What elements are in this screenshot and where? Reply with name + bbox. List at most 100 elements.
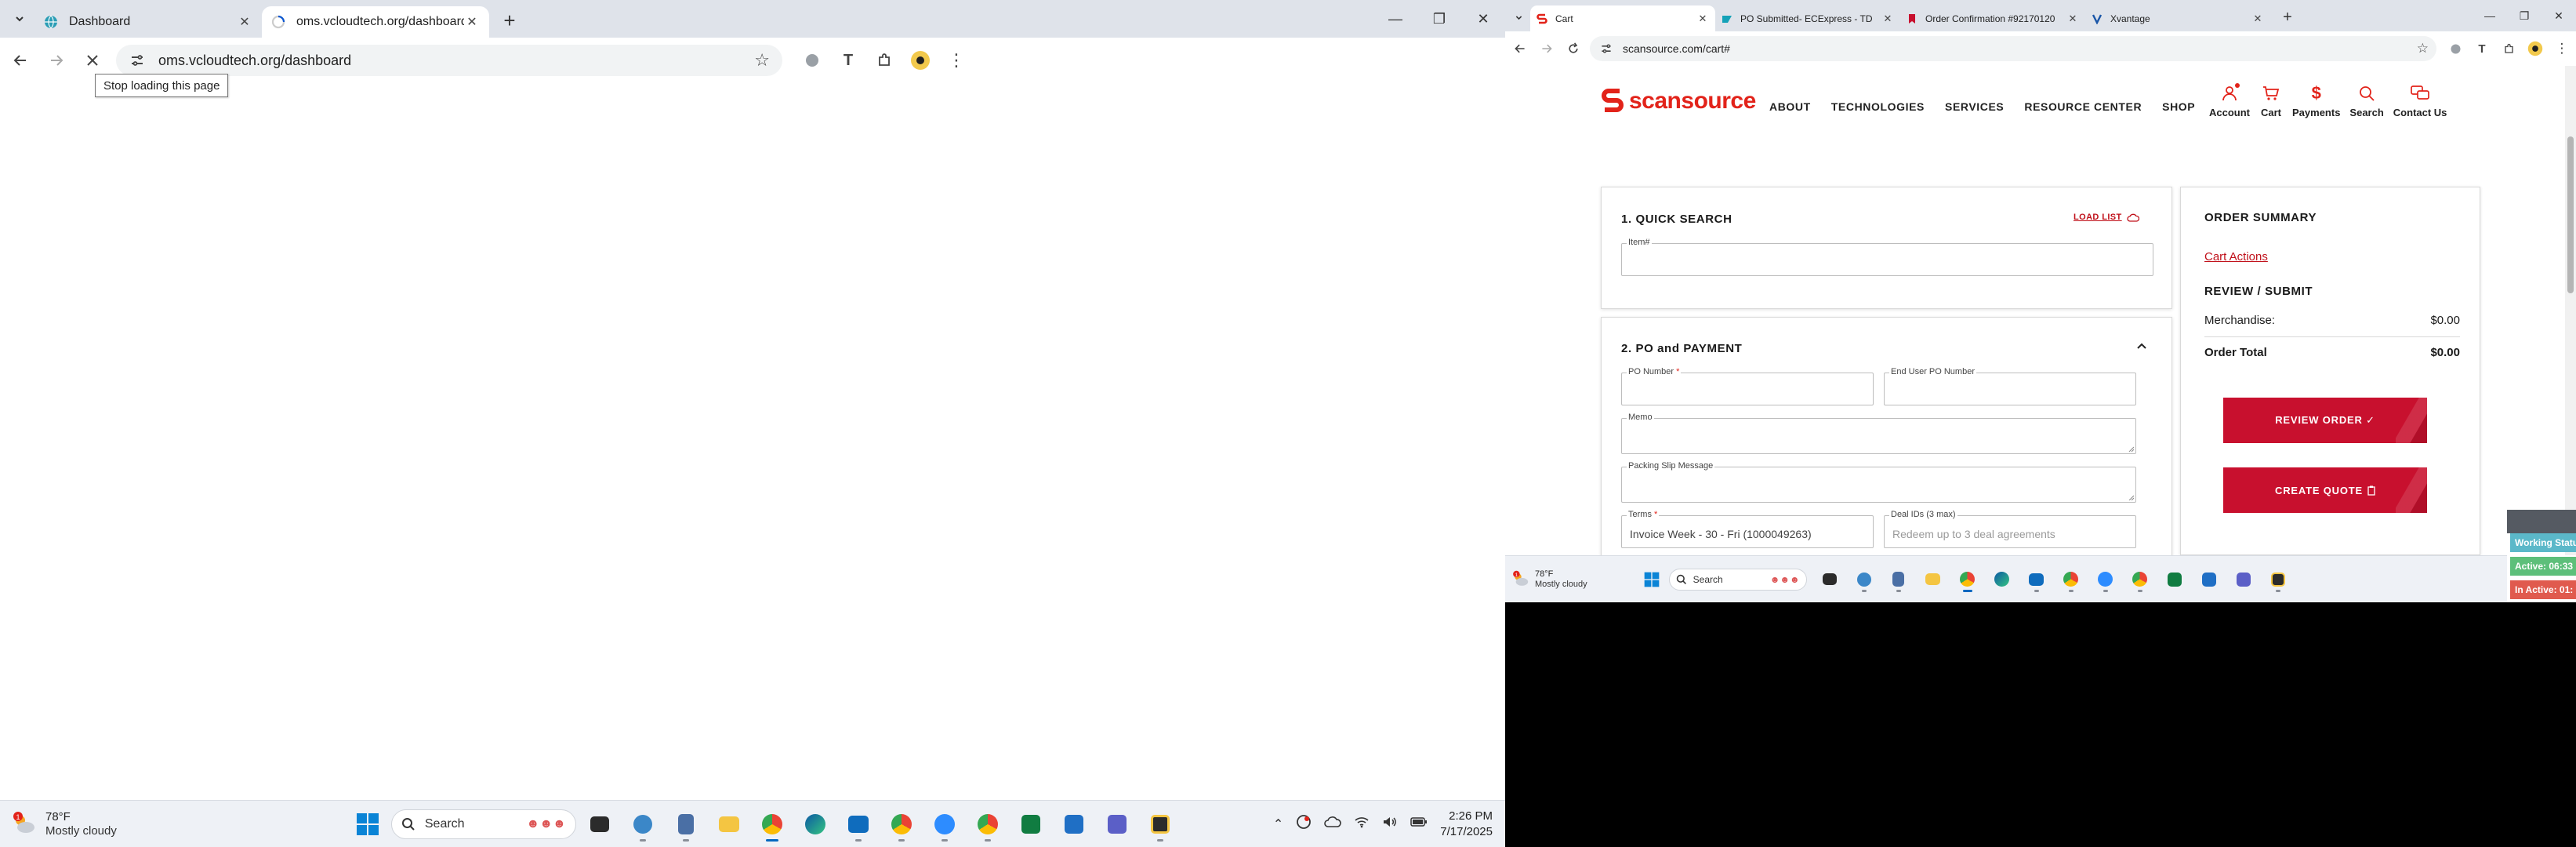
taskbar-chrome[interactable] — [756, 805, 788, 843]
taskbar-chrome-profile-3[interactable] — [972, 805, 1003, 843]
taskbar-chrome-profile-3[interactable] — [2128, 565, 2152, 594]
start-button[interactable] — [1641, 569, 1663, 591]
reload-button[interactable] — [1562, 37, 1585, 60]
new-tab-button[interactable]: + — [495, 6, 524, 35]
taskbar-sticky-notes[interactable] — [2266, 565, 2290, 594]
working-status-badge[interactable]: Working Status — [2510, 533, 2576, 552]
right-tab-ecexpress[interactable]: PO Submitted- ECExpress - TD ✕ — [1715, 5, 1900, 31]
taskbar-image-app[interactable] — [1058, 805, 1090, 843]
po-number-input[interactable]: PO Number * — [1621, 367, 1874, 405]
taskbar-search[interactable]: Search ☻☻☻ — [390, 809, 576, 839]
address-bar[interactable]: scansource.com/cart# ☆ — [1590, 36, 2436, 61]
resize-handle-icon[interactable] — [2128, 494, 2134, 500]
right-tab-order-confirmation[interactable]: Order Confirmation #92170120 ✕ — [1900, 5, 2085, 31]
taskbar-app-blue[interactable] — [1852, 565, 1876, 594]
right-tab-cart[interactable]: Cart ✕ — [1530, 5, 1715, 31]
taskbar-terminal[interactable] — [1818, 565, 1841, 594]
tab-search-button[interactable] — [1510, 9, 1527, 26]
end-user-po-input[interactable]: End User PO Number — [1884, 367, 2136, 405]
restore-button[interactable]: ❐ — [1417, 0, 1461, 38]
extension-icon[interactable] — [2443, 36, 2468, 61]
new-tab-button[interactable]: + — [2277, 6, 2298, 28]
minimize-button[interactable]: — — [1373, 0, 1417, 38]
scansource-logo[interactable]: scansource — [1601, 88, 1756, 115]
taskbar-calculator[interactable] — [1887, 565, 1910, 594]
volume-icon[interactable] — [1382, 816, 1398, 832]
back-button[interactable] — [5, 45, 36, 76]
taskbar-zoom[interactable] — [2094, 565, 2117, 594]
taskbar-file-explorer[interactable] — [1921, 565, 1945, 594]
item-number-input[interactable]: Item# — [1621, 238, 2153, 276]
util-payments[interactable]: $ Payments — [2292, 82, 2340, 118]
back-button[interactable] — [1508, 37, 1532, 60]
bookmark-star-icon[interactable]: ☆ — [754, 50, 770, 71]
restore-button[interactable]: ❐ — [2507, 0, 2542, 31]
collapse-chevron-icon[interactable] — [2135, 340, 2148, 356]
taskbar-edge[interactable] — [1990, 565, 2014, 594]
review-order-button[interactable]: REVIEW ORDER ✓ — [2223, 398, 2427, 443]
util-contact-us[interactable]: Contact Us — [2393, 82, 2447, 118]
tab-close-button[interactable]: ✕ — [2251, 11, 2264, 27]
site-info-icon[interactable] — [129, 52, 146, 69]
text-tool-icon[interactable]: T — [833, 45, 864, 76]
left-tab-dashboard[interactable]: Dashboard ✕ — [34, 6, 262, 38]
taskbar-edge[interactable] — [800, 805, 831, 843]
tab-search-button[interactable] — [8, 7, 31, 31]
packing-slip-textarea[interactable]: Packing Slip Message — [1621, 461, 2136, 503]
text-tool-icon[interactable]: T — [2469, 36, 2494, 61]
taskbar-outlook[interactable] — [843, 805, 874, 843]
battery-icon[interactable] — [1410, 816, 1428, 831]
tab-close-button[interactable]: ✕ — [1881, 11, 1894, 27]
load-list-link[interactable]: LOAD LIST — [2073, 213, 2139, 222]
tab-close-button[interactable]: ✕ — [1696, 11, 1709, 27]
start-button[interactable] — [352, 809, 383, 840]
taskbar-chrome-profile-2[interactable] — [2059, 565, 2083, 594]
forward-button[interactable] — [41, 45, 72, 76]
puzzle-icon[interactable] — [869, 45, 900, 76]
bookmark-star-icon[interactable]: ☆ — [2417, 41, 2429, 56]
util-account[interactable]: Account — [2209, 82, 2250, 118]
nav-about[interactable]: ABOUT — [1769, 100, 1811, 113]
terms-select[interactable]: Terms * Invoice Week - 30 - Fri (1000049… — [1621, 510, 1874, 548]
tab-close-button[interactable]: ✕ — [464, 14, 480, 30]
nav-resource-center[interactable]: RESOURCE CENTER — [2024, 100, 2142, 113]
weather-widget[interactable]: 1 78°F Mostly cloudy — [11, 810, 117, 838]
nav-technologies[interactable]: TECHNOLOGIES — [1831, 100, 1925, 113]
weather-widget[interactable]: 1 78°F Mostly cloudy — [1511, 569, 1587, 589]
menu-kebab-icon[interactable]: ⋮ — [2549, 36, 2574, 61]
taskbar-chrome-profile-2[interactable] — [886, 805, 917, 843]
minimize-button[interactable]: — — [2473, 0, 2507, 31]
puzzle-icon[interactable] — [2496, 36, 2521, 61]
taskbar-terminal[interactable] — [584, 805, 615, 843]
tab-close-button[interactable]: ✕ — [2066, 11, 2079, 27]
taskbar-teams[interactable] — [1101, 805, 1133, 843]
right-tab-xvantage[interactable]: Xvantage ✕ — [2085, 5, 2270, 31]
memo-textarea[interactable]: Memo — [1621, 413, 2136, 454]
profile-avatar-icon[interactable] — [905, 45, 936, 76]
address-bar[interactable]: oms.vcloudtech.org/dashboard ☆ — [116, 45, 782, 76]
taskbar-outlook[interactable] — [2025, 565, 2048, 594]
chevron-up-icon[interactable]: ⌃ — [1273, 816, 1283, 832]
nav-services[interactable]: SERVICES — [1945, 100, 2004, 113]
taskbar-calculator[interactable] — [670, 805, 702, 843]
taskbar-zoom[interactable] — [929, 805, 960, 843]
taskbar-sticky-notes[interactable] — [1145, 805, 1176, 843]
taskbar-chrome[interactable] — [1956, 565, 1979, 594]
clock[interactable]: 2:26 PM 7/17/2025 — [1440, 809, 1493, 839]
tab-close-button[interactable]: ✕ — [237, 14, 252, 30]
taskbar-search[interactable]: Search ☻☻☻ — [1668, 568, 1807, 591]
util-cart[interactable]: Cart — [2259, 82, 2283, 118]
forward-button[interactable] — [1535, 37, 1558, 60]
stop-loading-button[interactable] — [77, 45, 108, 76]
taskbar-file-explorer[interactable] — [713, 805, 745, 843]
taskbar-image-app[interactable] — [2197, 565, 2221, 594]
taskbar-teams[interactable] — [2232, 565, 2255, 594]
cart-actions-link[interactable]: Cart Actions — [2204, 250, 2268, 264]
site-info-icon[interactable] — [1598, 40, 1615, 57]
cloud-icon[interactable] — [1324, 815, 1342, 833]
taskbar-app-blue[interactable] — [627, 805, 659, 843]
extension-icon[interactable] — [796, 45, 828, 76]
close-window-button[interactable]: ✕ — [2542, 0, 2576, 31]
nav-shop[interactable]: SHOP — [2162, 100, 2195, 113]
close-window-button[interactable]: ✕ — [1461, 0, 1505, 38]
